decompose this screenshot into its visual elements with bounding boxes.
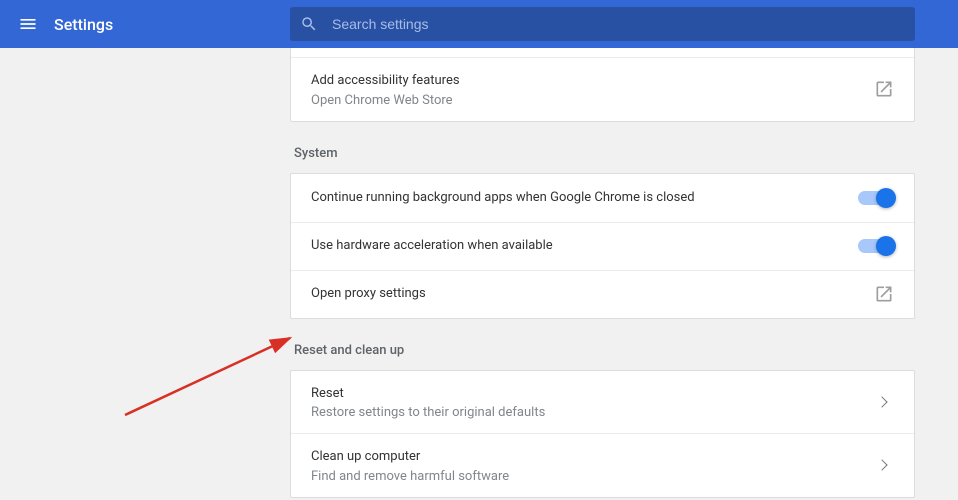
- app-header: Settings: [0, 0, 958, 48]
- proxy-row[interactable]: Open proxy settings: [291, 270, 914, 318]
- hw-accel-toggle[interactable]: [858, 239, 894, 253]
- external-link-icon[interactable]: [874, 284, 894, 304]
- search-input[interactable]: [332, 16, 905, 32]
- chevron-right-icon: [876, 396, 887, 407]
- reset-section-header: Reset and clean up: [290, 319, 915, 370]
- row-sub: Restore settings to their original defau…: [311, 405, 878, 420]
- hamburger-menu-icon[interactable]: [8, 4, 48, 44]
- hw-accel-row: Use hardware acceleration when available: [291, 222, 914, 270]
- bg-apps-toggle[interactable]: [858, 191, 894, 205]
- row-title: Continue running background apps when Go…: [311, 188, 858, 208]
- bg-apps-row: Continue running background apps when Go…: [291, 174, 914, 222]
- external-link-icon[interactable]: [874, 79, 894, 99]
- accessibility-partial-card: Add accessibility features Open Chrome W…: [290, 48, 915, 122]
- chevron-right-icon: [876, 460, 887, 471]
- cleanup-row[interactable]: Clean up computer Find and remove harmfu…: [291, 433, 914, 497]
- row-title: Clean up computer: [311, 447, 878, 467]
- system-section-header: System: [290, 122, 915, 173]
- add-accessibility-row[interactable]: Add accessibility features Open Chrome W…: [291, 57, 914, 121]
- row-title: Reset: [311, 384, 878, 404]
- reset-row[interactable]: Reset Restore settings to their original…: [291, 371, 914, 434]
- row-sub: Open Chrome Web Store: [311, 93, 874, 108]
- search-icon: [300, 15, 318, 33]
- row-title: Open proxy settings: [311, 284, 874, 304]
- search-bar[interactable]: [290, 7, 915, 41]
- row-title: Use hardware acceleration when available: [311, 236, 858, 256]
- content-area: Add accessibility features Open Chrome W…: [0, 48, 958, 500]
- partial-row: [291, 48, 914, 57]
- reset-card: Reset Restore settings to their original…: [290, 370, 915, 498]
- row-title: Add accessibility features: [311, 71, 874, 91]
- header-title: Settings: [54, 15, 113, 34]
- row-sub: Find and remove harmful software: [311, 469, 878, 484]
- system-card: Continue running background apps when Go…: [290, 173, 915, 319]
